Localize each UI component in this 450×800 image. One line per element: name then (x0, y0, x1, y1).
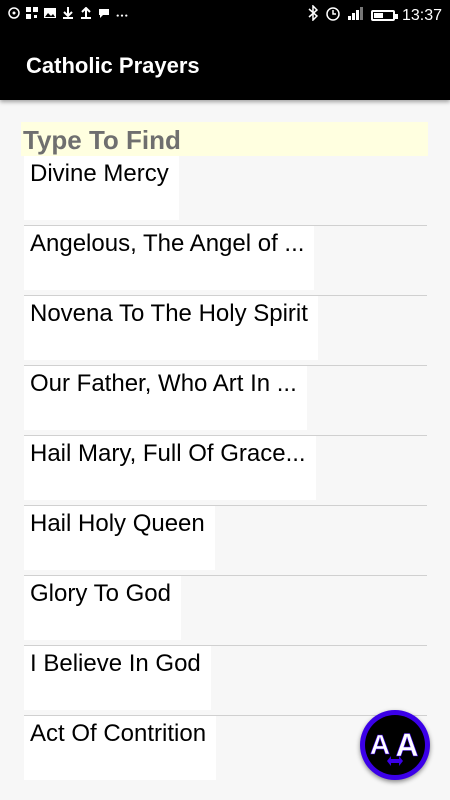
qr-icon (26, 7, 38, 19)
whatsapp-icon (8, 7, 20, 19)
list-item[interactable]: Hail Holy Queen (24, 506, 427, 576)
fab-letter-large: A (395, 727, 418, 763)
text-size-button[interactable]: A A (360, 710, 430, 780)
signal-icon (347, 6, 364, 25)
list-item[interactable]: I Believe In God (24, 646, 427, 716)
list-item-label: Divine Mercy (24, 156, 179, 220)
list-item[interactable]: Angelous, The Angel of ... (24, 226, 427, 296)
chat-icon (98, 7, 110, 19)
list-item[interactable]: Divine Mercy (24, 156, 427, 226)
alarm-icon (325, 5, 341, 26)
list-item-label: Hail Holy Queen (24, 506, 215, 570)
status-icons-right: 13:37 (308, 4, 442, 26)
battery-icon (370, 10, 398, 21)
app-bar: Catholic Prayers (0, 32, 450, 100)
search-input[interactable]: Type To Find (21, 122, 428, 156)
list-item-label: Our Father, Who Art In ... (24, 366, 307, 430)
list-item[interactable]: Hail Mary, Full Of Grace... (24, 436, 427, 506)
list-item-label: Novena To The Holy Spirit (24, 296, 318, 360)
clock: 13:37 (401, 6, 442, 24)
status-icons-left (8, 7, 128, 19)
list-item[interactable]: Novena To The Holy Spirit (24, 296, 427, 366)
list-item[interactable]: Our Father, Who Art In ... (24, 366, 427, 436)
image-icon (44, 7, 56, 19)
status-bar: 13:37 (0, 0, 450, 32)
bluetooth-icon (308, 4, 319, 26)
list-item[interactable]: Glory To God (24, 576, 427, 646)
list-item-label: I Believe In God (24, 646, 211, 710)
prayer-list: Divine Mercy Angelous, The Angel of ... … (24, 156, 427, 786)
list-item-label: Glory To God (24, 576, 181, 640)
download-icon (62, 7, 74, 19)
fab-letter-small: A (370, 729, 390, 760)
text-size-icon: A A (365, 715, 425, 775)
list-item-label: Angelous, The Angel of ... (24, 226, 315, 290)
more-icon (116, 7, 128, 19)
list-item-label: Act Of Contrition (24, 716, 217, 780)
list-item-label: Hail Mary, Full Of Grace... (24, 436, 316, 500)
upload-icon (80, 7, 92, 19)
app-title: Catholic Prayers (26, 53, 200, 78)
battery-level (373, 13, 383, 18)
